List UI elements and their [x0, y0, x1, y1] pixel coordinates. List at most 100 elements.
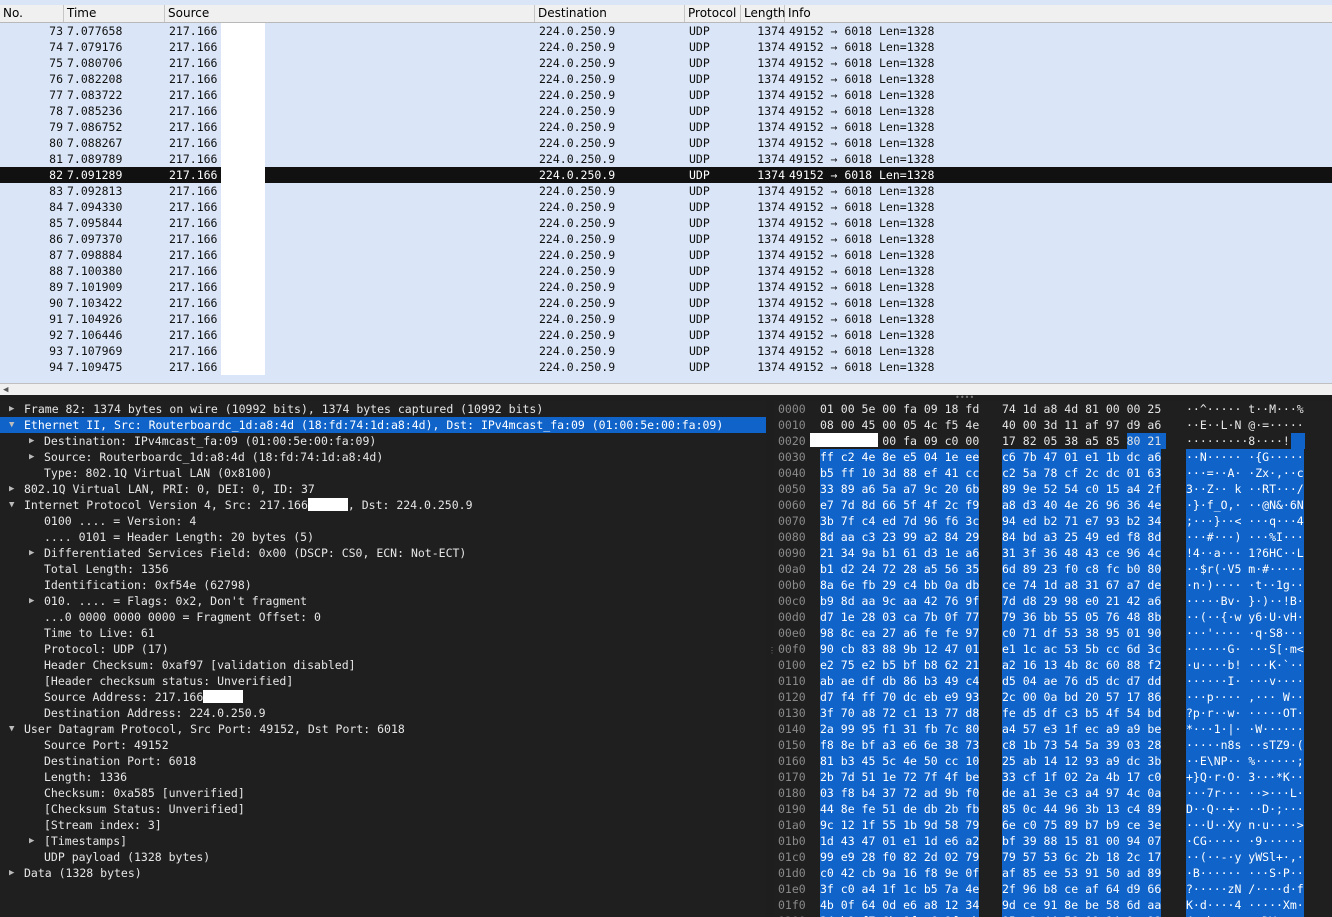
ascii-bytes[interactable]: ······I· ···v···· [1186, 673, 1304, 689]
packet-row[interactable]: 82 7.091289 217.166 224.0.250.9 UDP 1374 49152… [0, 167, 1332, 183]
hex-bytes-right[interactable]: 79 57 53 6c 2b 18 2c 17 [1002, 849, 1162, 865]
packet-bytes-pane[interactable]: 0000 01 00 5e 00 fa 09 18 fd 74 1d a8 4d 8… [774, 401, 1332, 917]
hex-bytes-left[interactable]: 44 8e fe 51 de db 2b fb [820, 801, 980, 817]
hex-bytes-left[interactable]: f8 8e bf a3 e6 6e 38 73 [820, 737, 980, 753]
column-header-destination[interactable]: Destination [535, 5, 685, 22]
hex-bytes-left[interactable]: 8d aa c3 23 99 a2 84 29 [820, 529, 980, 545]
ascii-bytes[interactable]: ·}·f_O,· ··@N&·6N [1186, 497, 1304, 513]
hex-bytes-left[interactable]: e2 75 e2 b5 bf b8 62 21 [820, 657, 980, 673]
hex-bytes-left[interactable]: 08 00 45 00 05 4c f5 4e [820, 417, 979, 433]
tree-node[interactable]: ▶ Frame 82: 1374 bytes on wire (10992 bit… [0, 401, 766, 417]
ascii-bytes[interactable]: ··(··-·y yWSl+·,· [1186, 849, 1304, 865]
packet-row[interactable]: 93 7.107969 217.166 224.0.250.9 UDP 1374 49152… [0, 343, 1332, 359]
column-header-time[interactable]: Time [64, 5, 165, 22]
tree-node[interactable]: [Header checksum status: Unverified] [0, 673, 766, 689]
ascii-bytes[interactable]: ··N····· ·{G····· [1186, 449, 1304, 465]
tree-node[interactable]: ▼ Ethernet II, Src: Routerboardc_1d:a8:4d… [0, 417, 766, 433]
tree-node[interactable]: Header Checksum: 0xaf97 [validation disa… [0, 657, 766, 673]
tree-node[interactable]: [Checksum Status: Unverified] [0, 801, 766, 817]
tree-node[interactable]: Destination Port: 6018 [0, 753, 766, 769]
column-header-length[interactable]: Length [741, 5, 785, 22]
hex-bytes-right[interactable]: de a1 3e c3 a4 97 4c 0a [1002, 785, 1162, 801]
hex-bytes-right[interactable]: c8 1b 73 54 5a 39 03 28 [1002, 737, 1162, 753]
ascii-bytes[interactable]: ··E\NP·· %······; [1186, 753, 1304, 769]
hex-bytes-right[interactable]: 9d ce 91 8e be 58 6d aa [1002, 897, 1162, 913]
hex-bytes-left[interactable]: 3f c0 a4 1f 1c b5 7a 4e [820, 881, 980, 897]
hex-bytes-right[interactable]: a4 57 e3 1f ec a9 a9 be [1002, 721, 1162, 737]
hex-bytes-left[interactable]: 21 34 9a b1 61 d3 1e a6 [820, 545, 980, 561]
ascii-bytes[interactable]: ···7r··· ··>···L· [1186, 785, 1304, 801]
ascii-bytes[interactable]: ?·····zN /····d·f [1186, 881, 1304, 897]
hex-bytes-right[interactable]: c0 71 df 53 38 95 01 90 [1002, 625, 1162, 641]
ascii-bytes[interactable]: ·····Bv· }·)··!B· [1186, 593, 1304, 609]
ascii-bytes[interactable]: ···#···) ···%I··· [1186, 529, 1304, 545]
ascii-bytes[interactable]: ·····n8s ··sTZ9·( [1186, 737, 1304, 753]
hex-bytes-left[interactable]: ff c2 4e 8e e5 04 1e ee [820, 449, 980, 465]
packet-row[interactable]: 79 7.086752 217.166 224.0.250.9 UDP 1374 49152… [0, 119, 1332, 135]
hex-bytes-left[interactable]: d7 f4 ff 70 dc eb e9 93 [820, 689, 980, 705]
hex-bytes-left[interactable]: 99 e9 28 f0 82 2d 02 79 [820, 849, 980, 865]
ascii-bytes[interactable]: ···=··A· ·Zx·,··c [1186, 465, 1304, 481]
packet-row[interactable]: 83 7.092813 217.166 224.0.250.9 UDP 1374 49152… [0, 183, 1332, 199]
hex-bytes-right[interactable]: c2 5a 78 cf 2c dc 01 63 [1002, 465, 1162, 481]
hex-bytes-left[interactable]: 3b 7f c4 ed 7d 96 f6 3c [820, 513, 980, 529]
tree-node[interactable]: .... 0101 = Header Length: 20 bytes (5) [0, 529, 766, 545]
hex-bytes-right[interactable]: d5 04 ae 76 d5 dc d7 dd [1002, 673, 1162, 689]
ascii-bytes[interactable]: ·CG····· ·9······ [1186, 833, 1304, 849]
tree-node[interactable]: 0100 .... = Version: 4 [0, 513, 766, 529]
expand-down-icon[interactable]: ▼ [9, 721, 19, 737]
ascii-bytes[interactable]: +}Q·r·O· 3···*K·· [1186, 769, 1304, 785]
packet-row[interactable]: 77 7.083722 217.166 224.0.250.9 UDP 1374 49152… [0, 87, 1332, 103]
hex-bytes-right[interactable]: 17 82 05 38 a5 85 80 21 [1002, 433, 1161, 449]
hex-bytes-left[interactable]: 1d 43 47 01 e1 1d e6 a2 [820, 833, 980, 849]
packet-row[interactable]: 84 7.094330 217.166 224.0.250.9 UDP 1374 49152… [0, 199, 1332, 215]
tree-node[interactable]: ▶ Destination: IPv4mcast_fa:09 (01:00:5e:… [0, 433, 766, 449]
ascii-bytes[interactable]: ··$r(·V5 m·#····· [1186, 561, 1304, 577]
tree-node[interactable]: Source Port: 49152 [0, 737, 766, 753]
hex-bytes-right[interactable]: 94 ed b2 71 e7 93 b2 34 [1002, 513, 1162, 529]
tree-node[interactable]: [Stream index: 3] [0, 817, 766, 833]
column-header-source[interactable]: Source [165, 5, 535, 22]
hex-bytes-right[interactable]: 7d d8 29 98 e0 21 42 a6 [1002, 593, 1162, 609]
ascii-bytes[interactable]: ···U··Xy n·u····> [1186, 817, 1304, 833]
hex-bytes-left[interactable]: b1 d2 24 72 28 a5 56 35 [820, 561, 980, 577]
hex-bytes-right[interactable]: 2f 96 b8 ce af 64 d9 66 [1002, 881, 1162, 897]
packet-row[interactable]: 90 7.103422 217.166 224.0.250.9 UDP 1374 49152… [0, 295, 1332, 311]
packet-row[interactable]: 88 7.100380 217.166 224.0.250.9 UDP 1374 49152… [0, 263, 1332, 279]
packet-row[interactable]: 92 7.106446 217.166 224.0.250.9 UDP 1374 49152… [0, 327, 1332, 343]
ascii-bytes[interactable]: 3··Z·· k ··RT···/ [1186, 481, 1304, 497]
tree-node[interactable]: Destination Address: 224.0.250.9 [0, 705, 766, 721]
packet-row[interactable]: 73 7.077658 217.166 224.0.250.9 UDP 1374 49152… [0, 23, 1332, 39]
hex-bytes-right[interactable]: 6d 89 23 f0 c8 fc b0 80 [1002, 561, 1162, 577]
tree-node[interactable]: Time to Live: 61 [0, 625, 766, 641]
tree-node[interactable]: Identification: 0xf54e (62798) [0, 577, 766, 593]
ascii-bytes[interactable]: ?p·r··w· ·····OT· [1186, 705, 1304, 721]
tree-node[interactable]: ▶ Differentiated Services Field: 0x00 (DS… [0, 545, 766, 561]
tree-node[interactable]: ▼ User Datagram Protocol, Src Port: 49152… [0, 721, 766, 737]
hex-bytes-right[interactable]: 84 bd a3 25 49 ed f8 8d [1002, 529, 1162, 545]
hex-bytes-right[interactable]: 31 3f 36 48 43 ce 96 4c [1002, 545, 1162, 561]
hex-bytes-right[interactable]: 85 0c 44 96 3b 13 c4 89 [1002, 801, 1162, 817]
tree-node[interactable]: ...0 0000 0000 0000 = Fragment Offset: 0 [0, 609, 766, 625]
tree-node[interactable]: Protocol: UDP (17) [0, 641, 766, 657]
ascii-bytes[interactable]: ·n·)···· ·t··1g·· [1186, 577, 1304, 593]
hex-bytes-right[interactable]: a2 16 13 4b 8c 60 88 f2 [1002, 657, 1162, 673]
ascii-bytes[interactable]: ··^····· t··M···% [1186, 401, 1304, 417]
hex-bytes-right[interactable]: a8 d3 40 4e 26 96 36 4e [1002, 497, 1162, 513]
ascii-bytes[interactable]: K·d····4 ·····Xm· [1186, 897, 1304, 913]
packet-row[interactable]: 89 7.101909 217.166 224.0.250.9 UDP 1374 49152… [0, 279, 1332, 295]
ascii-bytes[interactable]: ······G· ···S[·m< [1186, 641, 1304, 657]
hex-bytes-left[interactable]: 9c 12 1f 55 1b 9d 58 79 [820, 817, 980, 833]
packet-row[interactable]: 74 7.079176 217.166 224.0.250.9 UDP 1374 49152… [0, 39, 1332, 55]
expand-right-icon[interactable]: ▶ [29, 449, 39, 465]
hex-bytes-left[interactable]: 98 8c ea 27 a6 fe fe 97 [820, 625, 980, 641]
tree-node[interactable]: ▼ Internet Protocol Version 4, Src: 217.1… [0, 497, 766, 513]
hex-bytes-right[interactable]: 25 ab 14 12 93 a9 dc 3b [1002, 753, 1162, 769]
tree-node[interactable]: ▶ 802.1Q Virtual LAN, PRI: 0, DEI: 0, ID:… [0, 481, 766, 497]
hex-bytes-left[interactable]: d7 1e 28 03 ca 7b 0f 77 [820, 609, 980, 625]
hex-bytes-right[interactable]: 40 00 3d 11 af 97 d9 a6 [1002, 417, 1161, 433]
tree-node[interactable]: Checksum: 0xa585 [unverified] [0, 785, 766, 801]
hex-bytes-left[interactable]: 3f 70 a8 72 c1 13 77 d8 [820, 705, 980, 721]
ascii-bytes[interactable]: !4··a··· 1?6HC··L [1186, 545, 1304, 561]
packet-row[interactable]: 86 7.097370 217.166 224.0.250.9 UDP 1374 49152… [0, 231, 1332, 247]
